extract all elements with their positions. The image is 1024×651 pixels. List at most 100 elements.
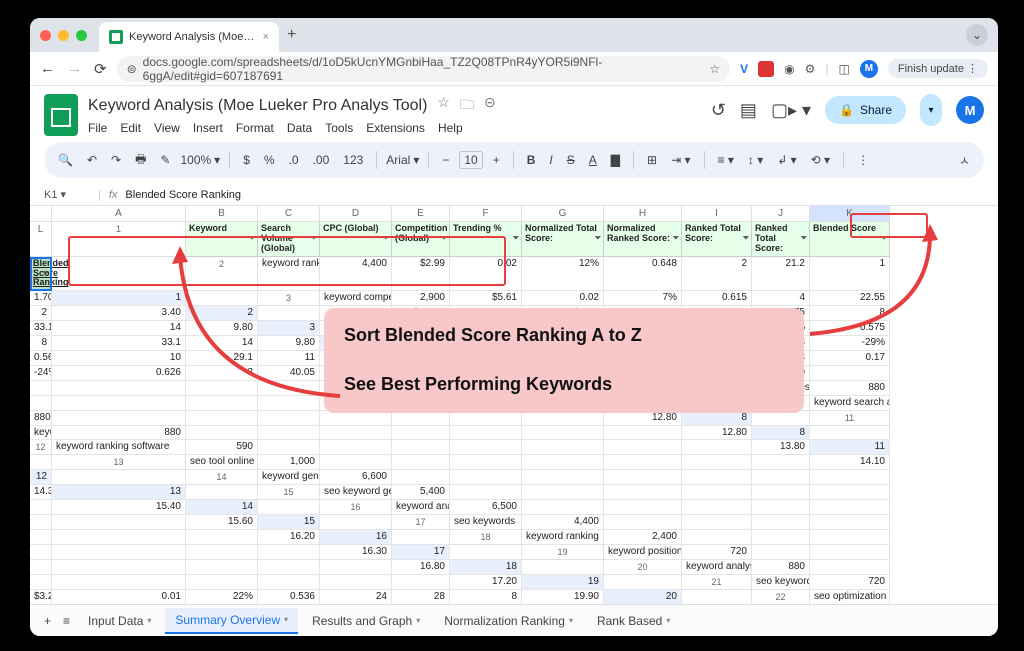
table-cell[interactable] bbox=[392, 426, 450, 440]
table-cell[interactable] bbox=[604, 455, 682, 470]
cell-empty[interactable] bbox=[186, 291, 258, 306]
fontsize-dec[interactable]: − bbox=[438, 153, 453, 167]
table-cell[interactable] bbox=[604, 515, 682, 530]
table-cell[interactable]: seo keyword generator bbox=[320, 485, 392, 500]
table-cell[interactable]: keyword position checker bbox=[604, 545, 682, 560]
table-cell[interactable] bbox=[810, 560, 890, 575]
table-cell[interactable]: 880 bbox=[752, 560, 810, 575]
table-cell[interactable] bbox=[186, 411, 258, 426]
table-cell[interactable]: 9.80 bbox=[258, 336, 320, 351]
table-cell[interactable] bbox=[258, 426, 320, 440]
row-header-21[interactable]: 21 bbox=[682, 575, 752, 590]
table-cell[interactable] bbox=[450, 470, 522, 485]
table-header[interactable]: Search Volume (Global)⏷ bbox=[258, 222, 320, 257]
table-cell[interactable]: 9.80 bbox=[186, 321, 258, 336]
table-cell[interactable]: 20 bbox=[604, 590, 682, 604]
table-cell[interactable] bbox=[52, 575, 186, 590]
table-cell[interactable]: 33.1 bbox=[30, 321, 52, 336]
cell-empty[interactable] bbox=[604, 575, 682, 590]
table-cell[interactable] bbox=[392, 575, 450, 590]
table-cell[interactable] bbox=[186, 426, 258, 440]
table-cell[interactable]: 8 bbox=[682, 411, 752, 426]
star-icon[interactable]: ☆ bbox=[437, 94, 450, 118]
font-select[interactable]: Arial ▾ bbox=[386, 153, 419, 167]
table-cell[interactable] bbox=[258, 560, 320, 575]
formula-content[interactable]: Blended Score Ranking bbox=[125, 189, 241, 201]
row-header-19[interactable]: 19 bbox=[522, 545, 604, 560]
table-cell[interactable] bbox=[682, 455, 752, 470]
profile-avatar[interactable]: M bbox=[860, 60, 878, 78]
filter-icon[interactable]: ⏷ bbox=[743, 234, 749, 243]
table-cell[interactable]: 880 bbox=[810, 381, 890, 396]
filter-icon[interactable]: ⏷ bbox=[43, 269, 49, 278]
table-cell[interactable]: keyword ranking software bbox=[52, 440, 186, 455]
table-cell[interactable]: 15.40 bbox=[52, 500, 186, 515]
table-cell[interactable]: $5.61 bbox=[450, 291, 522, 306]
table-cell[interactable] bbox=[604, 426, 682, 440]
table-cell[interactable]: -29% bbox=[810, 336, 890, 351]
table-cell[interactable]: 15.60 bbox=[186, 515, 258, 530]
table-cell[interactable]: 15 bbox=[258, 515, 320, 530]
more-icon[interactable]: ⋮ bbox=[853, 153, 873, 167]
percent-icon[interactable]: % bbox=[260, 153, 279, 167]
table-cell[interactable]: 720 bbox=[682, 545, 752, 560]
table-cell[interactable] bbox=[810, 366, 890, 381]
table-cell[interactable]: keyword ranking bbox=[522, 530, 604, 545]
table-cell[interactable] bbox=[810, 530, 890, 545]
table-cell[interactable]: 880 bbox=[52, 426, 186, 440]
forward-button[interactable]: → bbox=[67, 60, 82, 77]
table-cell[interactable] bbox=[258, 396, 320, 411]
valign-icon[interactable]: ↕ ▾ bbox=[744, 153, 767, 167]
halign-icon[interactable]: ≡ ▾ bbox=[714, 153, 738, 167]
table-cell[interactable]: -24% bbox=[30, 366, 52, 381]
table-cell[interactable]: 16 bbox=[320, 530, 392, 545]
table-cell[interactable]: 17 bbox=[392, 545, 450, 560]
table-cell[interactable]: 1.70 bbox=[30, 291, 52, 306]
table-cell[interactable] bbox=[186, 575, 258, 590]
table-cell[interactable]: seo keywords bbox=[450, 515, 522, 530]
table-cell[interactable]: seo tool online bbox=[186, 455, 258, 470]
table-cell[interactable] bbox=[522, 411, 604, 426]
table-cell[interactable] bbox=[258, 411, 320, 426]
table-cell[interactable]: 0.536 bbox=[258, 590, 320, 604]
table-cell[interactable]: 21.2 bbox=[752, 257, 810, 292]
dec-decrease-icon[interactable]: .0 bbox=[285, 153, 303, 167]
table-cell[interactable]: 16.20 bbox=[258, 530, 320, 545]
ext-puzzle-icon[interactable]: ⚙ bbox=[805, 62, 816, 76]
site-info-icon[interactable]: ⊜ bbox=[127, 62, 137, 76]
row-header-20[interactable]: 20 bbox=[604, 560, 682, 575]
table-header[interactable]: Normalized Total Score:⏷ bbox=[522, 222, 604, 257]
sheet-tab-normalization[interactable]: Normalization Ranking▾ bbox=[434, 609, 583, 633]
window-minimize[interactable] bbox=[58, 30, 69, 41]
table-cell[interactable] bbox=[752, 470, 810, 485]
cell-empty[interactable] bbox=[682, 590, 752, 604]
dec-increase-icon[interactable]: .00 bbox=[309, 153, 334, 167]
table-header[interactable]: Trending %⏷ bbox=[450, 222, 522, 257]
table-header[interactable]: Blended Score Ranking⏷ bbox=[30, 257, 52, 292]
menu-view[interactable]: View bbox=[154, 121, 180, 135]
table-cell[interactable] bbox=[392, 455, 450, 470]
tab-close-icon[interactable]: × bbox=[263, 31, 269, 43]
col-header-F[interactable]: F bbox=[450, 206, 522, 222]
table-cell[interactable] bbox=[810, 515, 890, 530]
table-cell[interactable]: keyword research analysis bbox=[30, 426, 52, 440]
table-cell[interactable] bbox=[258, 545, 320, 560]
table-cell[interactable]: seo optimization bbox=[810, 590, 890, 604]
add-sheet-icon[interactable]: + bbox=[40, 614, 55, 628]
table-cell[interactable] bbox=[682, 500, 752, 515]
cell-empty[interactable] bbox=[522, 560, 604, 575]
table-cell[interactable]: keyword ranking checker bbox=[258, 257, 320, 292]
table-header[interactable]: Blended Score⏷ bbox=[810, 222, 890, 257]
row-header-15[interactable]: 15 bbox=[258, 485, 320, 500]
table-cell[interactable]: 8 bbox=[752, 426, 810, 440]
table-cell[interactable] bbox=[392, 470, 450, 485]
table-cell[interactable] bbox=[186, 396, 258, 411]
table-cell[interactable] bbox=[604, 440, 682, 455]
table-cell[interactable] bbox=[682, 515, 752, 530]
col-header-D[interactable]: D bbox=[320, 206, 392, 222]
sheet-tab-rank-based[interactable]: Rank Based▾ bbox=[587, 609, 680, 633]
menu-file[interactable]: File bbox=[88, 121, 107, 135]
table-cell[interactable]: 8 bbox=[810, 306, 890, 321]
collapse-toolbar-icon[interactable]: ㅅ bbox=[955, 152, 974, 169]
window-close[interactable] bbox=[40, 30, 51, 41]
